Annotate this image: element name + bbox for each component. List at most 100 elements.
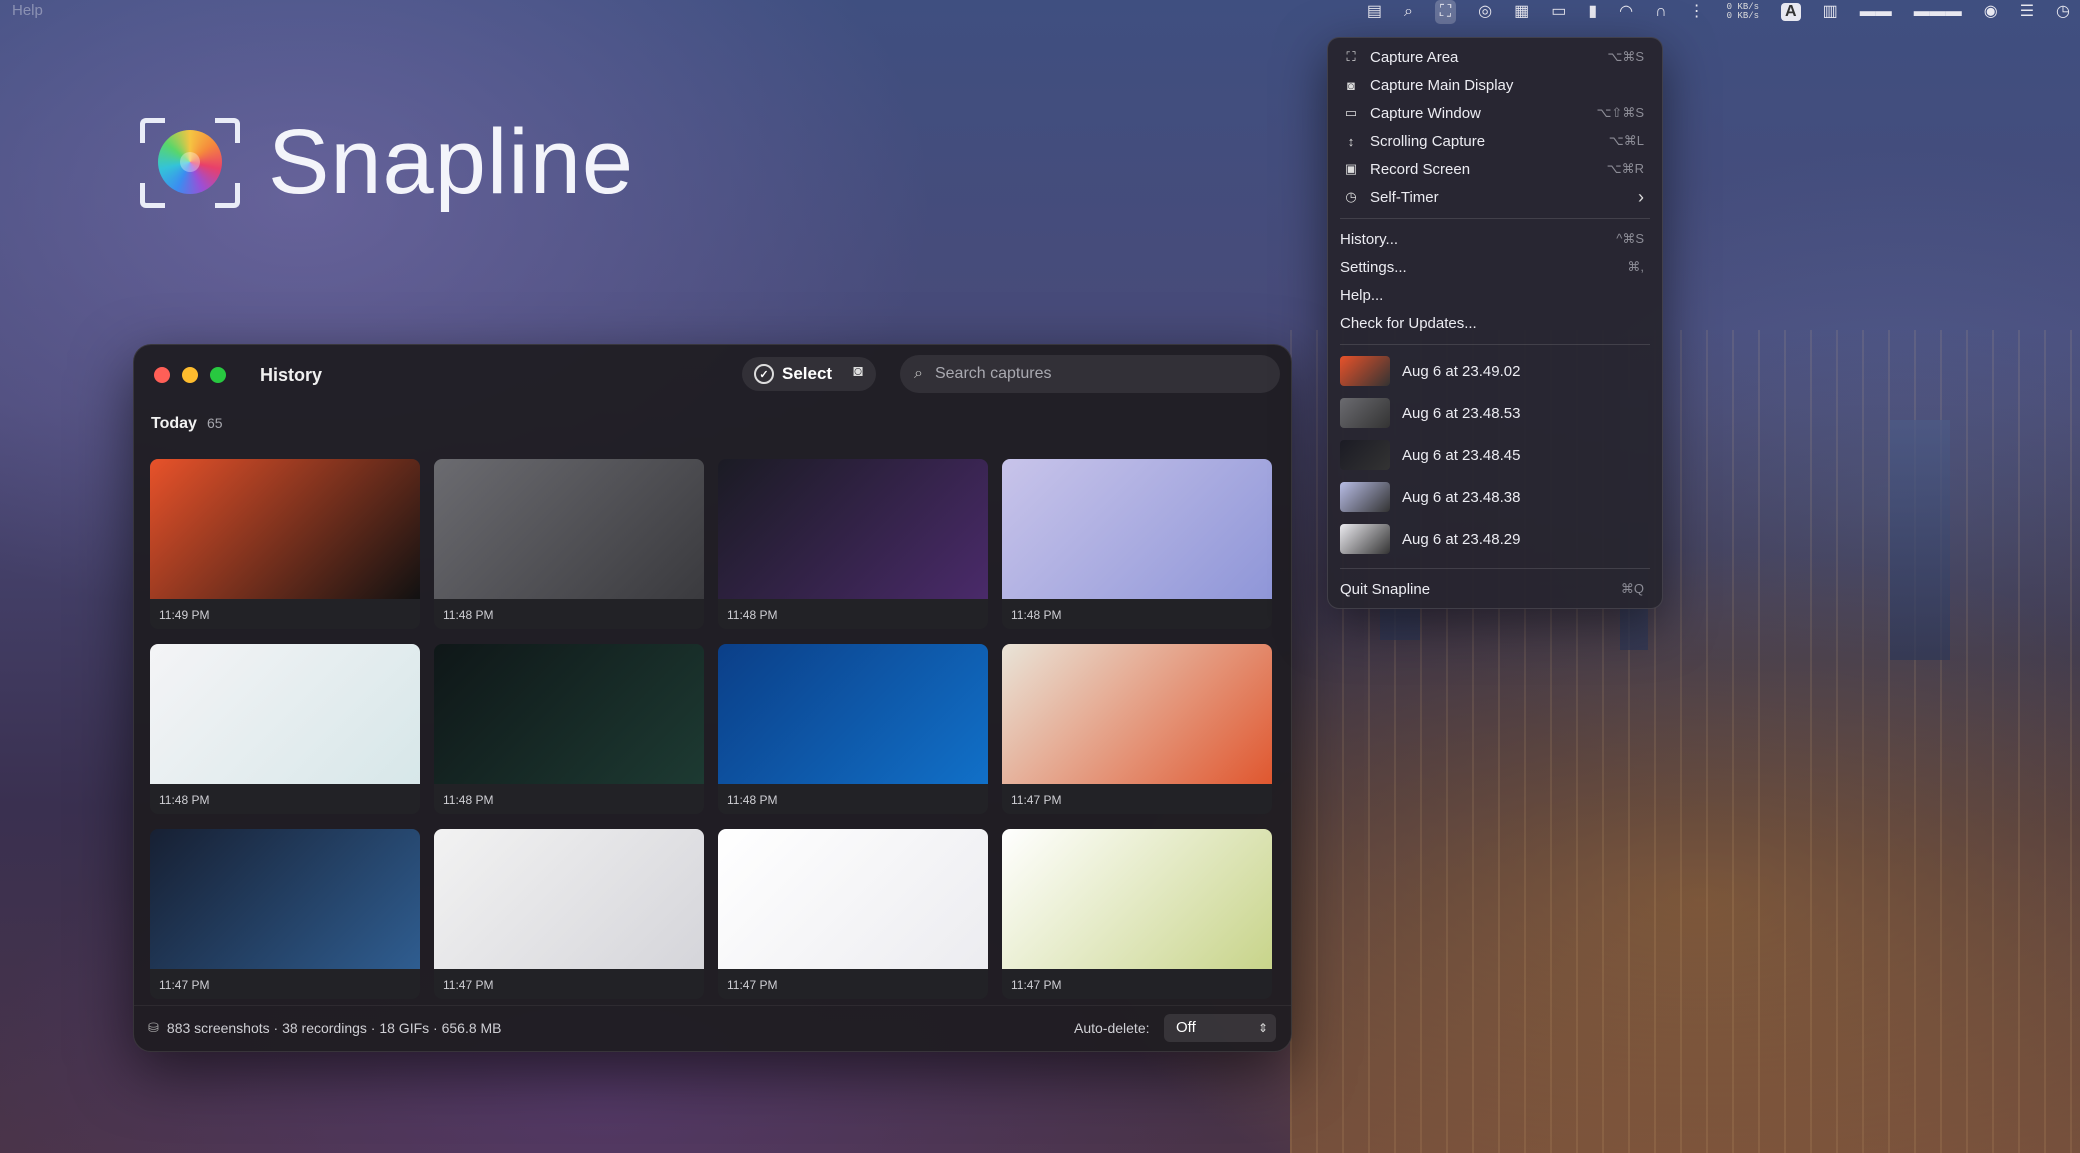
capture-thumbnail: [150, 459, 420, 599]
net-down: 0 KB/s: [1726, 11, 1760, 21]
capture-thumbnail: [150, 829, 420, 969]
capture-time: 11:48 PM: [727, 793, 778, 807]
menu-item-record-screen[interactable]: ▣ Record Screen ⌥⌘R: [1340, 156, 1650, 182]
search-field[interactable]: ⌕: [900, 355, 1280, 393]
drive-icon: ⛁: [148, 1020, 159, 1035]
capture-card[interactable]: 11:48 PM: [434, 459, 704, 629]
storage-stats: ⛁ 883 screenshots · 38 recordings · 18 G…: [148, 1020, 502, 1036]
menu-item-label: Capture Area: [1370, 48, 1459, 66]
capture-time: 11:48 PM: [727, 608, 778, 622]
capture-camera-icon[interactable]: ◙: [847, 363, 869, 385]
snapline-menu-icon[interactable]: ⛶: [1434, 0, 1457, 24]
clock-icon[interactable]: ◷: [2056, 0, 2070, 24]
menu-item-capture-main-display[interactable]: ◙ Capture Main Display: [1340, 72, 1650, 98]
capture-thumbnail: [1002, 644, 1272, 784]
capture-thumbnail: [718, 644, 988, 784]
recent-capture-thumbnail: [1340, 482, 1390, 512]
capture-card[interactable]: 11:48 PM: [718, 459, 988, 629]
window-icon: ▭: [1344, 105, 1358, 120]
control-center-icon[interactable]: ☰: [2020, 0, 2034, 24]
quit-snapline-item[interactable]: Quit Snapline ⌘Q: [1340, 576, 1650, 602]
menu-separator: [1340, 218, 1650, 219]
auto-delete-label: Auto-delete:: [1074, 1020, 1150, 1036]
more-dots-icon[interactable]: ⋮: [1689, 0, 1705, 24]
recent-capture-thumbnail: [1340, 356, 1390, 386]
layout-icon[interactable]: ▮: [1588, 0, 1597, 24]
network-speed: 0 KB/s 0 KB/s: [1727, 3, 1759, 21]
capture-card[interactable]: 11:47 PM: [1002, 829, 1272, 999]
shortcut-label: ⌥⌘L: [1608, 133, 1644, 148]
menu-item-label: Settings...: [1340, 258, 1407, 276]
chevron-right-icon: ›: [1638, 186, 1644, 207]
capture-card[interactable]: 11:47 PM: [1002, 644, 1272, 814]
capture-card[interactable]: 11:47 PM: [150, 829, 420, 999]
bars-icon[interactable]: ▬▬▬: [1914, 0, 1962, 24]
shortcut-label: ⌘Q: [1620, 581, 1644, 596]
scroll-arrows-icon: ↕: [1347, 133, 1355, 149]
auto-delete-select[interactable]: Off ⇕: [1164, 1014, 1276, 1042]
capture-card[interactable]: 11:48 PM: [1002, 459, 1272, 629]
headphones-icon[interactable]: ∩: [1655, 0, 1667, 24]
bars-icon[interactable]: ▬▬: [1860, 0, 1892, 24]
capture-card[interactable]: 11:49 PM: [150, 459, 420, 629]
user-icon[interactable]: ◉: [1984, 0, 1998, 24]
capture-area-icon: ⛶: [1346, 49, 1356, 64]
auto-delete-value: Off: [1176, 1019, 1196, 1036]
shortcut-label: ^⌘S: [1616, 231, 1644, 246]
shortcut-label: ⌥⌘S: [1607, 49, 1644, 64]
menu-item-label: Record Screen: [1370, 160, 1471, 178]
menu-item-capture-window[interactable]: ▭ Capture Window ⌥⇧⌘S: [1340, 100, 1650, 126]
history-window: History ✓ Select ◙ ⌕ Today 65 11:49 PM11…: [133, 344, 1292, 1052]
menu-item-history[interactable]: History... ^⌘S: [1340, 226, 1650, 252]
menu-item-scrolling-capture[interactable]: ↕ Scrolling Capture ⌥⌘L: [1340, 128, 1650, 154]
menu-item-help[interactable]: Help...: [1340, 282, 1650, 308]
recent-capture-item[interactable]: Aug 6 at 23.49.02: [1340, 354, 1650, 388]
close-button[interactable]: [154, 367, 170, 383]
menu-item-label: Capture Main Display: [1370, 76, 1514, 94]
recent-capture-item[interactable]: Aug 6 at 23.48.45: [1340, 438, 1650, 472]
menu-item-self-timer[interactable]: ◷ Self-Timer ›: [1340, 184, 1650, 210]
capture-card[interactable]: 11:47 PM: [718, 829, 988, 999]
capture-card[interactable]: 11:48 PM: [718, 644, 988, 814]
spotlight-search-icon[interactable]: ⌕: [1404, 0, 1413, 24]
capture-time: 11:47 PM: [443, 978, 494, 992]
building: [1890, 420, 1950, 660]
spiral-app-icon[interactable]: ◎: [1478, 0, 1492, 24]
capture-time: 11:48 PM: [443, 793, 494, 807]
menu-separator: [1340, 568, 1650, 569]
wifi-icon[interactable]: ◠: [1619, 0, 1633, 24]
recent-capture-label: Aug 6 at 23.48.45: [1402, 446, 1521, 464]
keyboard-input-badge[interactable]: A: [1781, 3, 1801, 21]
menu-item-capture-area[interactable]: ⛶ Capture Area ⌥⌘S: [1340, 44, 1650, 70]
camera-icon: ◙: [1347, 77, 1355, 93]
capture-time: 11:47 PM: [1011, 793, 1062, 807]
menu-separator: [1340, 344, 1650, 345]
capture-thumbnail: [434, 829, 704, 969]
zoom-button[interactable]: [210, 367, 226, 383]
section-count: 65: [206, 415, 223, 431]
shortcut-label: ⌥⇧⌘S: [1596, 105, 1644, 120]
menu-item-settings[interactable]: Settings... ⌘,: [1340, 254, 1650, 280]
note-icon[interactable]: ▤: [1367, 0, 1382, 24]
recent-capture-label: Aug 6 at 23.49.02: [1402, 362, 1521, 380]
capture-card[interactable]: 11:48 PM: [434, 644, 704, 814]
capture-time: 11:48 PM: [159, 793, 210, 807]
search-input[interactable]: [932, 364, 1237, 384]
window-tiling-icon[interactable]: ▦: [1514, 0, 1529, 24]
capture-card[interactable]: 11:48 PM: [150, 644, 420, 814]
recent-capture-item[interactable]: Aug 6 at 23.48.38: [1340, 480, 1650, 514]
recent-capture-item[interactable]: Aug 6 at 23.48.29: [1340, 522, 1650, 556]
capture-card[interactable]: 11:47 PM: [434, 829, 704, 999]
bars-icon[interactable]: ▥: [1823, 0, 1838, 24]
recent-capture-thumbnail: [1340, 398, 1390, 428]
select-label: Select: [782, 364, 833, 383]
capture-thumbnail: [434, 459, 704, 599]
recent-capture-item[interactable]: Aug 6 at 23.48.53: [1340, 396, 1650, 430]
brand-logo: Snapline: [140, 110, 634, 215]
capture-grid: 11:49 PM 11:48 PM 11:48 PM 11:48 PM 11:48 PM…: [150, 459, 1274, 999]
battery-icon[interactable]: ▭: [1551, 0, 1566, 24]
menu-item-check-for-updates[interactable]: Check for Updates...: [1340, 310, 1650, 336]
minimize-button[interactable]: [182, 367, 198, 383]
menu-help[interactable]: Help: [12, 2, 43, 19]
capture-time: 11:47 PM: [159, 978, 210, 992]
